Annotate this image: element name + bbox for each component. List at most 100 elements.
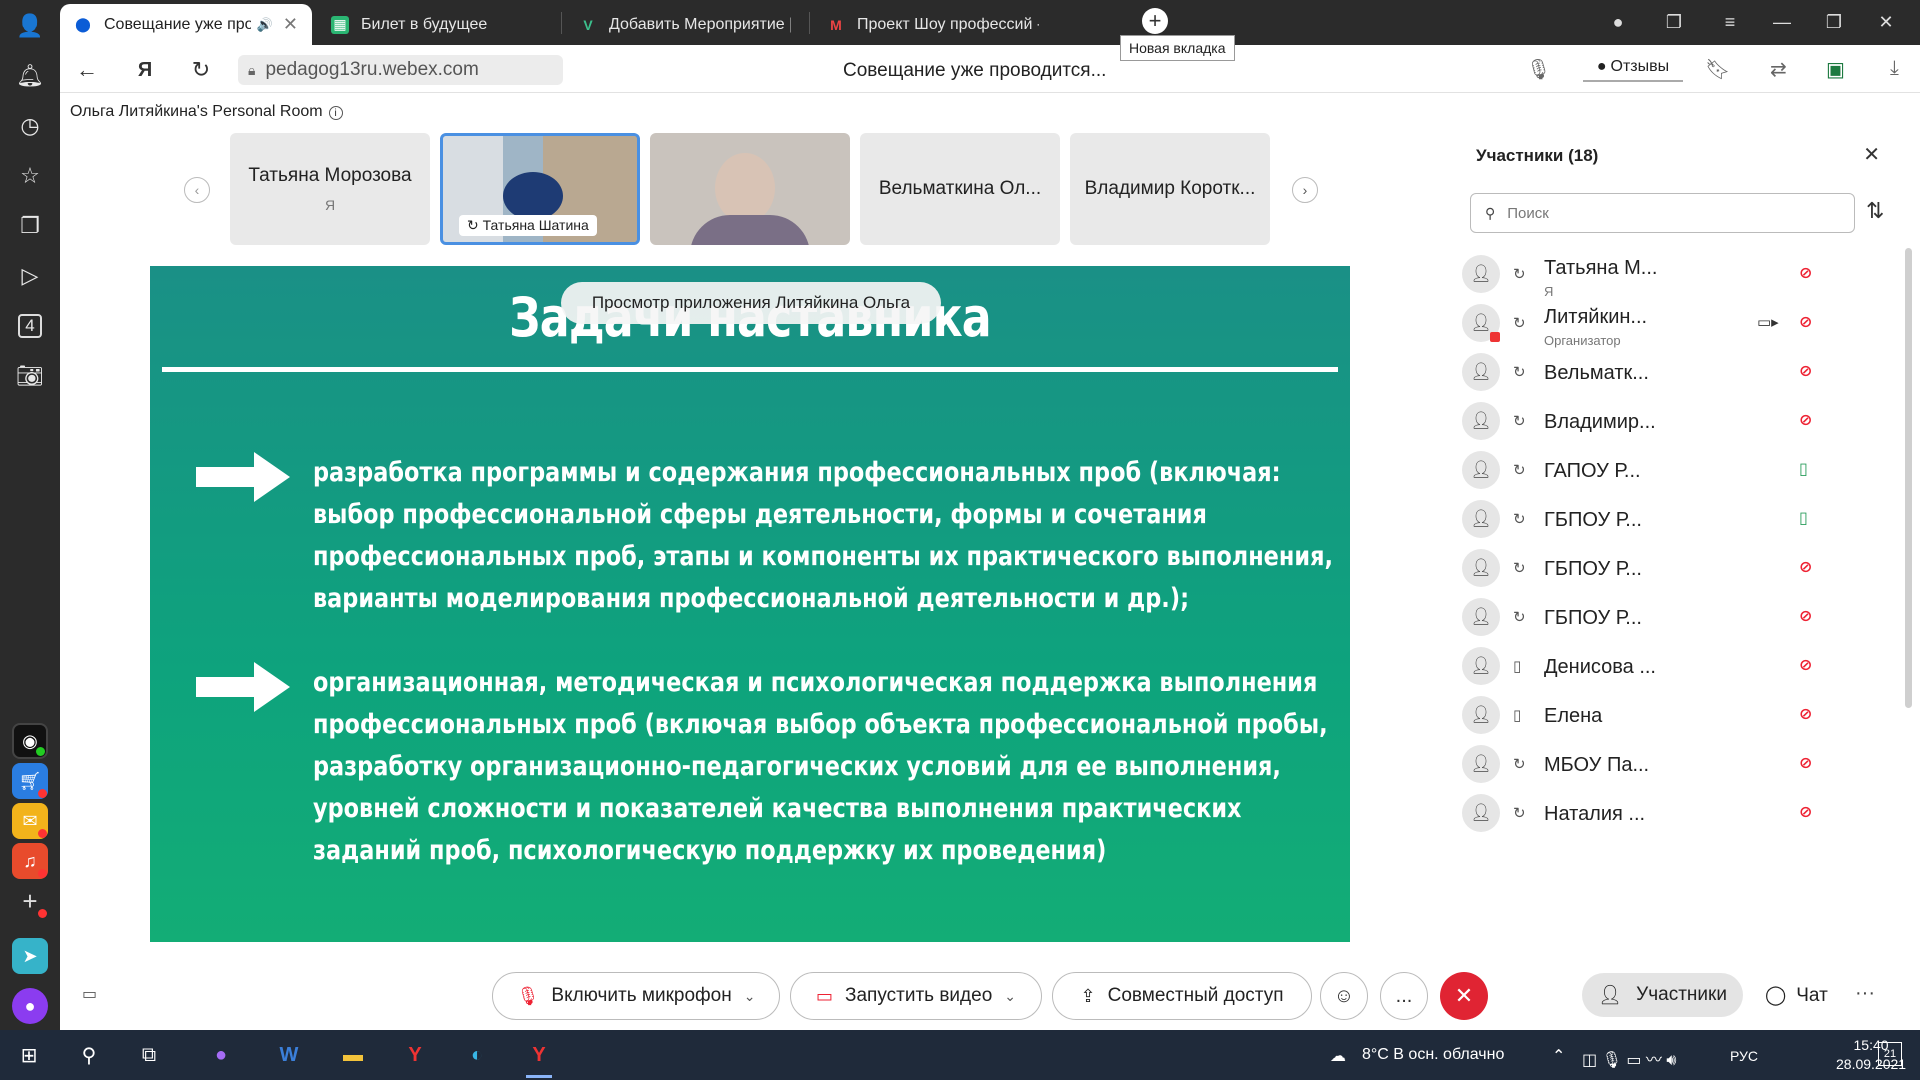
more-options-button[interactable]: ...: [1380, 972, 1428, 1020]
alice-taskbar-icon[interactable]: ●: [202, 1037, 240, 1073]
emoji-icon: ☺: [1333, 984, 1355, 1007]
thumbs-next-button[interactable]: ›: [1292, 177, 1318, 203]
yandex-icon[interactable]: Я: [130, 55, 160, 85]
mic-muted-icon[interactable]: ⊘: [1799, 361, 1812, 381]
language-indicator[interactable]: РУС: [1730, 1048, 1758, 1064]
messenger-app-icon[interactable]: ➤: [12, 938, 48, 974]
mic-muted-icon[interactable]: ⊘: [1799, 263, 1812, 283]
thumbs-prev-button[interactable]: ‹: [184, 177, 210, 203]
yandex-sidebar: 👤 🔔︎ ◷ ☆ ❐ ▷ 4 📷︎ ◉ 🛒︎ ✉ ♫ + ➤ ●: [0, 0, 60, 1030]
mic-on-icon[interactable]: ▯: [1799, 508, 1808, 528]
share-button[interactable]: ⇪ Совместный доступ: [1052, 972, 1312, 1020]
windows-taskbar: ⊞ ⚲ ⧉ ● W ▬ Y ◐ Y ☁ 8°C В осн. облачно ⌃…: [0, 1030, 1920, 1080]
audio-connection-icon: ↻: [1513, 756, 1526, 773]
yandex-browser-active-icon[interactable]: Y: [520, 1037, 558, 1078]
thumbnail-active-speaker[interactable]: ↻ Татьяна Шатина: [440, 133, 640, 245]
tab-webex[interactable]: ⬤ Совещание уже про 🔊 ✕: [60, 4, 312, 45]
restore-icon[interactable]: ❐: [1816, 8, 1852, 36]
lock-icon: 🔒︎: [248, 61, 256, 78]
start-video-button[interactable]: ▭ Запустить видео ⌄: [790, 972, 1042, 1020]
play-icon[interactable]: ▷: [12, 258, 48, 294]
captions-icon[interactable]: ▭: [82, 984, 97, 1004]
tab-add-event[interactable]: V Добавить Мероприятие |: [565, 4, 805, 45]
participants-search-input[interactable]: ⚲ Поиск: [1470, 193, 1855, 233]
mic-muted-icon[interactable]: ⊘: [1799, 753, 1812, 773]
windows-start-icon[interactable]: ⊞: [10, 1037, 48, 1073]
market-app-icon[interactable]: 🛒︎: [12, 763, 48, 799]
chevron-down-icon[interactable]: ⌄: [744, 988, 756, 1005]
participant-row[interactable]: 👤︎ ↻ Наталия ... ⊘: [1452, 784, 1882, 844]
alice-app-icon[interactable]: ◉: [12, 723, 48, 759]
mail-app-icon[interactable]: ✉: [12, 803, 48, 839]
tray-apps-icon[interactable]: ◫ 🎙︎ ▭ 〰 🔊︎: [1582, 1046, 1676, 1070]
chevron-down-icon[interactable]: ⌄: [1004, 988, 1016, 1005]
close-icon[interactable]: ✕: [1863, 142, 1880, 167]
thumbnail-participant[interactable]: Татьяна Морозова Я: [230, 133, 430, 245]
weather-icon[interactable]: ☁: [1330, 1046, 1346, 1066]
weather-text[interactable]: 8°C В осн. облачно: [1362, 1046, 1504, 1064]
account-icon[interactable]: ●: [1600, 8, 1636, 36]
tab-counter[interactable]: 4: [12, 308, 48, 344]
mic-muted-icon[interactable]: ⊘: [1799, 312, 1812, 332]
translate-icon[interactable]: ⇄: [1770, 57, 1787, 82]
camera-icon[interactable]: 📷︎: [12, 358, 48, 394]
url-field[interactable]: 🔒︎ pedagog13ru.webex.com: [238, 55, 563, 85]
participant-name: МБОУ Па...: [1544, 754, 1650, 776]
explorer-icon[interactable]: ▬: [334, 1037, 372, 1073]
mic-muted-icon[interactable]: ⊘: [1799, 655, 1812, 675]
notifications-icon[interactable]: 21: [1878, 1042, 1902, 1066]
new-tab-button[interactable]: +: [1142, 8, 1168, 34]
mic-muted-icon[interactable]: ⊘: [1799, 557, 1812, 577]
tray-chevron-icon[interactable]: ⌃: [1552, 1046, 1565, 1066]
bell-icon[interactable]: 🔔︎: [12, 58, 48, 94]
chat-label: Чат: [1796, 985, 1828, 1006]
word-icon[interactable]: W: [270, 1037, 308, 1073]
search-placeholder: Поиск: [1507, 204, 1549, 222]
profile-icon[interactable]: 👤: [12, 8, 48, 44]
reload-icon[interactable]: ↻: [186, 55, 216, 85]
reactions-button[interactable]: ☺: [1320, 972, 1368, 1020]
excel-icon[interactable]: ▣: [1826, 57, 1845, 82]
thumbnail-participant[interactable]: Вельматкина Ол...: [860, 133, 1060, 245]
chat-button[interactable]: ◯ Чат: [1765, 984, 1828, 1007]
audio-icon[interactable]: 🔊: [257, 17, 273, 33]
mic-muted-icon[interactable]: ⊘: [1799, 802, 1812, 822]
slide-divider: [162, 367, 1338, 372]
tab-bilet[interactable]: ▦ Билет в будущее: [317, 4, 557, 45]
collections-icon[interactable]: ❐: [12, 208, 48, 244]
participants-toggle-button[interactable]: 👤︎ Участники: [1582, 973, 1743, 1017]
panel-more-button[interactable]: ···: [1855, 982, 1875, 1005]
yandex-browser-icon[interactable]: Y: [396, 1037, 434, 1073]
close-tab-icon[interactable]: ✕: [273, 14, 298, 35]
menu-icon[interactable]: ≡: [1712, 8, 1748, 36]
thumbnail-video[interactable]: [650, 133, 850, 245]
reviews-button[interactable]: ● Отзывы: [1583, 54, 1683, 82]
participant-name: Владимир...: [1544, 411, 1656, 433]
tabs-icon[interactable]: ❐: [1656, 8, 1692, 36]
back-icon[interactable]: ←: [72, 55, 102, 85]
mic-muted-icon[interactable]: ⊘: [1799, 606, 1812, 626]
sort-icon[interactable]: ⇅: [1866, 198, 1884, 224]
participants-scrollbar[interactable]: [1905, 248, 1912, 708]
unmute-button[interactable]: 🎙︎ Включить микрофон ⌄: [492, 972, 780, 1020]
task-view-icon[interactable]: ⧉: [130, 1037, 168, 1073]
bookmark-icon[interactable]: 🔖︎: [1705, 57, 1730, 82]
mic-muted-icon[interactable]: ⊘: [1799, 704, 1812, 724]
download-icon[interactable]: ⤓: [1890, 57, 1899, 80]
alice-voice-icon[interactable]: ●: [12, 988, 48, 1024]
mic-on-icon[interactable]: ▯: [1799, 459, 1808, 479]
leave-meeting-button[interactable]: ✕: [1440, 972, 1488, 1020]
star-icon[interactable]: ☆: [12, 158, 48, 194]
info-icon[interactable]: i: [328, 106, 343, 120]
mic-icon[interactable]: 🎙︎: [1526, 57, 1551, 82]
search-icon[interactable]: ⚲: [70, 1037, 108, 1073]
minimize-icon[interactable]: —: [1764, 8, 1800, 36]
edge-icon[interactable]: ◐: [458, 1037, 496, 1073]
add-app-icon[interactable]: +: [12, 883, 48, 919]
music-app-icon[interactable]: ♫: [12, 843, 48, 879]
history-icon[interactable]: ◷: [12, 108, 48, 144]
mic-muted-icon[interactable]: ⊘: [1799, 410, 1812, 430]
close-window-icon[interactable]: ✕: [1868, 8, 1904, 36]
thumbnail-participant[interactable]: Владимир Коротк...: [1070, 133, 1270, 245]
tab-show-professions[interactable]: M Проект Шоу профессий -: [813, 4, 1053, 45]
